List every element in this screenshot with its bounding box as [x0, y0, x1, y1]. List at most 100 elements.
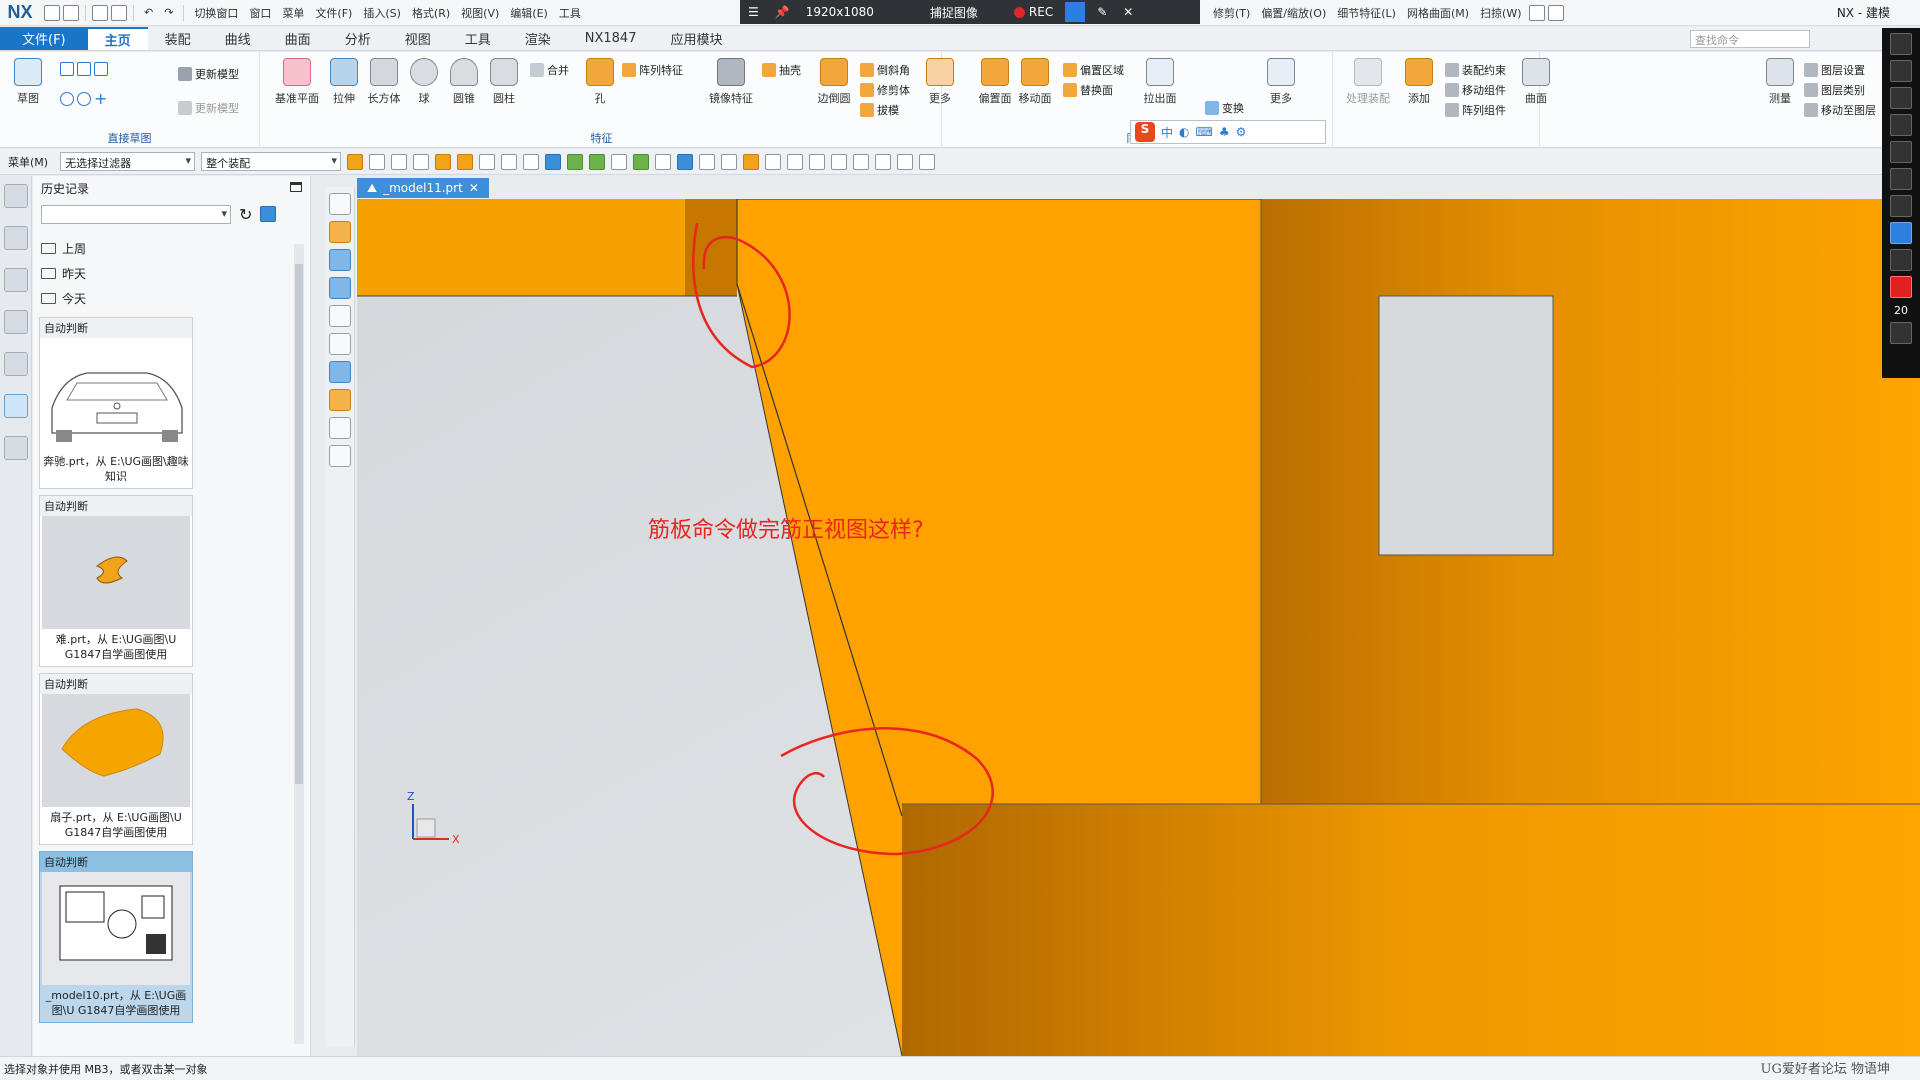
mesh-surface-menu[interactable]: 网格曲面(M) — [1403, 3, 1473, 23]
offset-region-button[interactable]: 偏置区域 — [1063, 62, 1124, 78]
point-on-curve-snap-icon[interactable] — [721, 153, 738, 170]
sphere-button[interactable]: 球 — [404, 58, 444, 106]
surface-button[interactable]: 曲面 — [1516, 58, 1556, 106]
block-button[interactable]: 长方体 — [364, 58, 404, 106]
intersection-snap-icon[interactable] — [633, 153, 650, 170]
sketch-button[interactable]: 草图 — [8, 58, 48, 106]
scrollbar-thumb[interactable] — [295, 264, 303, 784]
system-material-icon[interactable] — [4, 436, 28, 460]
delete-icon[interactable] — [329, 305, 351, 327]
end-point-snap-icon[interactable] — [545, 153, 562, 170]
view-cube-icon[interactable] — [329, 361, 351, 383]
sketch-shape-tools[interactable]: + — [60, 91, 108, 107]
trim-menu[interactable]: 修剪(T) — [1209, 3, 1254, 23]
point-on-face-snap-icon[interactable] — [743, 153, 760, 170]
orient-view-icon[interactable] — [875, 153, 892, 170]
color-swatch[interactable] — [1890, 276, 1912, 298]
model-view[interactable] — [357, 199, 1920, 1056]
mid-point-snap-icon[interactable] — [567, 153, 584, 170]
arc-center-snap-icon[interactable] — [655, 153, 672, 170]
line-icon[interactable] — [1890, 114, 1912, 136]
main-menu-button[interactable]: 菜单(M) — [8, 154, 54, 170]
existing-point-snap-icon[interactable] — [699, 153, 716, 170]
line-width-value[interactable]: 20 — [1882, 304, 1920, 317]
layer-category-button[interactable]: 图层类别 — [1804, 82, 1865, 98]
tab-tools[interactable]: 工具 — [448, 27, 508, 50]
pointer-icon[interactable] — [1890, 33, 1912, 55]
tab-file[interactable]: 文件(F) — [0, 27, 88, 50]
cone-button[interactable]: 圆锥 — [444, 58, 484, 106]
record-region-icon[interactable] — [1065, 2, 1086, 22]
window-menu[interactable]: 窗口 — [245, 3, 275, 23]
gear-icon[interactable] — [4, 184, 28, 208]
document-tab[interactable]: ⛰ _model11.prt ✕ — [357, 178, 489, 198]
pen-icon[interactable]: ✎ — [1089, 5, 1115, 19]
tab-render[interactable]: 渲染 — [508, 27, 568, 50]
sogou-logo-icon[interactable]: S — [1135, 122, 1155, 142]
history-item[interactable]: 自动判断 奔驰.prt，从 E:\UG画图\趣味知识 — [39, 317, 193, 489]
history-filter-select[interactable] — [41, 204, 231, 224]
language-toggle-icon[interactable]: 中 — [1161, 124, 1173, 141]
open-file-icon[interactable] — [63, 4, 79, 21]
tools-menu[interactable]: 工具 — [555, 3, 585, 23]
web-browser-icon[interactable] — [4, 352, 28, 376]
mirror-feature-button[interactable]: 镜像特征 — [704, 58, 758, 106]
spline-tool-icon[interactable] — [329, 277, 351, 299]
history-folder[interactable]: 今天 — [39, 286, 301, 311]
feature-more-button[interactable]: 更多 — [920, 58, 960, 106]
assembly-constraint-button[interactable]: 装配约束 — [1445, 62, 1506, 78]
pencil-icon[interactable] — [1890, 60, 1912, 82]
hide-icon[interactable] — [523, 153, 540, 170]
view-menu[interactable]: 视图(V) — [457, 3, 503, 23]
tab-applications[interactable]: 应用模块 — [653, 27, 739, 50]
sync-more-button[interactable]: 更多 — [1261, 58, 1301, 106]
menu-icon[interactable]: ☰ — [740, 5, 767, 19]
select-filter-icon[interactable] — [369, 153, 386, 170]
box-outline-icon[interactable] — [329, 445, 351, 467]
insert-menu[interactable]: 插入(S) — [359, 3, 405, 23]
new-file-icon[interactable] — [44, 4, 60, 21]
detail-feature-menu[interactable]: 细节特征(L) — [1333, 3, 1400, 23]
redo-icon[interactable]: ↷ — [160, 4, 177, 21]
switch-window-button[interactable]: 切换窗口 — [190, 3, 242, 23]
edge-blend-button[interactable]: 边倒圆 — [812, 58, 856, 106]
shell-button[interactable]: 抽壳 — [762, 62, 801, 78]
assembly-navigator-icon[interactable] — [4, 226, 28, 250]
maximize-icon[interactable] — [290, 182, 302, 192]
history-item-selected[interactable]: 自动判断 _model10.prt，从 E:\UG画图\U G1847自学画图使… — [39, 851, 193, 1023]
unite-button[interactable]: 合并 — [530, 62, 569, 78]
blur-icon[interactable] — [1890, 195, 1912, 217]
extrude-button[interactable]: 拉伸 — [324, 58, 364, 106]
history-item[interactable]: 自动判断 扇子.prt，从 E:\UG画图\U G1847自学画图使用 — [39, 673, 193, 845]
selection-scope-select[interactable]: 整个装配 — [201, 152, 342, 171]
offset-scale-menu[interactable]: 偏置/缩放(O) — [1257, 3, 1330, 23]
pattern-component-button[interactable]: 阵列组件 — [1445, 102, 1506, 118]
swap-icon[interactable] — [1890, 322, 1912, 344]
offset-face-button[interactable]: 偏置面 — [975, 58, 1015, 106]
select-edge-icon[interactable] — [457, 153, 474, 170]
tab-assembly[interactable]: 装配 — [148, 27, 208, 50]
pull-face-button[interactable]: 拉出面 — [1135, 58, 1185, 106]
history-clock-icon[interactable] — [4, 394, 28, 418]
text-icon[interactable] — [1890, 222, 1912, 244]
hole-button[interactable]: 孔 — [580, 58, 620, 106]
move-face-button[interactable]: 移动面 — [1015, 58, 1055, 106]
part-navigator-icon[interactable] — [4, 310, 28, 334]
window-layout-icon[interactable] — [1547, 5, 1564, 21]
globe-icon[interactable] — [329, 417, 351, 439]
graphics-viewport[interactable]: 筋板命令做完筋正视图这样? Z X — [357, 199, 1920, 1056]
undo-icon[interactable]: ↶ — [140, 4, 157, 21]
save-as-icon[interactable] — [111, 4, 127, 21]
pattern-feature-button[interactable]: 阵列特征 — [622, 62, 683, 78]
constraint-navigator-icon[interactable] — [4, 268, 28, 292]
tab-home[interactable]: 主页 — [87, 27, 148, 50]
punctuation-icon[interactable]: ◐ — [1179, 125, 1189, 139]
render-style-icon[interactable] — [897, 153, 914, 170]
transform-button[interactable]: 变换 — [1205, 100, 1244, 116]
tab-surface[interactable]: 曲面 — [268, 27, 328, 50]
command-search-input[interactable]: 查找命令 — [1690, 30, 1810, 48]
tab-view[interactable]: 视图 — [388, 27, 448, 50]
datum-csys-icon[interactable] — [329, 193, 351, 215]
fit-view-icon[interactable] — [809, 153, 826, 170]
format-menu[interactable]: 格式(R) — [408, 3, 454, 23]
